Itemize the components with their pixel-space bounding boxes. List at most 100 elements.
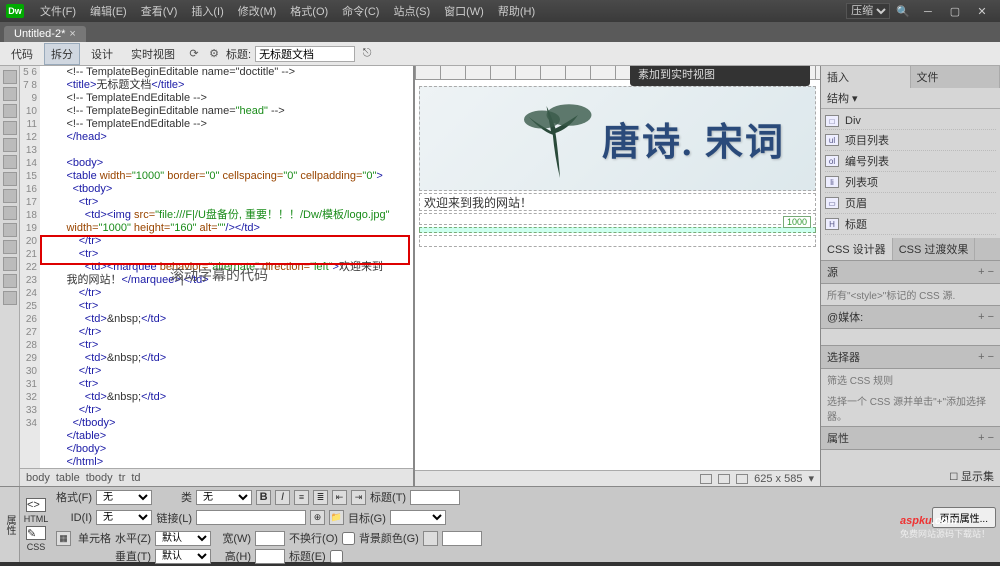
menu-commands[interactable]: 命令(C) [336, 1, 385, 21]
crumb[interactable]: body [26, 472, 50, 484]
insert-panel-tabs: 插入 文件 [821, 66, 1000, 88]
insert-item[interactable]: ol编号列表 [825, 151, 996, 172]
code-text[interactable]: <!-- TemplateBeginEditable name="doctitl… [40, 66, 413, 468]
tool-icon[interactable] [3, 104, 17, 118]
tool-icon[interactable] [3, 70, 17, 84]
link-browse-icon[interactable]: ⊕ [310, 510, 325, 525]
format-select[interactable]: 无 [96, 490, 152, 505]
workspace-select[interactable]: 压缩 [846, 3, 890, 19]
css-section-head[interactable]: 源+ − [821, 260, 1000, 284]
menu-modify[interactable]: 修改(M) [232, 1, 283, 21]
insert-item[interactable]: li列表项 [825, 172, 996, 193]
search-icon[interactable]: 🔍 [896, 5, 910, 18]
css-section-head[interactable]: @媒体:+ − [821, 305, 1000, 329]
tool-icon[interactable] [3, 240, 17, 254]
tool-icon[interactable] [3, 87, 17, 101]
marquee-cell[interactable]: 欢迎来到我的网站！ [419, 193, 816, 211]
toolbar-icon[interactable]: ⎋ [359, 46, 375, 62]
red-highlight-box [40, 235, 410, 265]
close-tab-icon[interactable]: × [69, 28, 75, 40]
insert-item[interactable]: ul项目列表 [825, 130, 996, 151]
tool-icon[interactable] [3, 291, 17, 305]
properties-tab[interactable]: 属性 [0, 487, 20, 562]
tag-breadcrumb: body table tbody tr td [20, 468, 413, 486]
crumb[interactable]: td [131, 472, 140, 484]
menu-view[interactable]: 查看(V) [135, 1, 184, 21]
document-tabs: Untitled-2*× [0, 22, 1000, 42]
target-select[interactable] [390, 510, 446, 525]
bgcolor-swatch[interactable] [423, 531, 438, 546]
nowrap-check[interactable] [342, 532, 355, 545]
width-input[interactable] [255, 531, 285, 546]
tool-icon[interactable] [3, 121, 17, 135]
show-set[interactable]: ☐ 显示集 [821, 466, 1000, 486]
link-folder-icon[interactable]: 📁 [329, 510, 344, 525]
options-icon[interactable]: ⚙ [206, 46, 222, 62]
insert-category[interactable]: 结构 ▾ [821, 88, 1000, 109]
css-mode-button[interactable]: ✎ [26, 526, 46, 540]
tool-icon[interactable] [3, 155, 17, 169]
insert-item[interactable]: H标题 [825, 214, 996, 235]
crumb[interactable]: tr [119, 472, 126, 484]
height-input[interactable] [255, 549, 285, 564]
horz-select[interactable]: 默认 [155, 531, 211, 546]
insert-item[interactable]: ▭页眉 [825, 193, 996, 214]
maximize-button[interactable]: ▢ [943, 5, 967, 18]
vert-select[interactable]: 默认 [155, 549, 211, 564]
code-view-button[interactable]: 代码 [4, 43, 40, 65]
html-mode-button[interactable]: <> [26, 498, 46, 512]
close-button[interactable]: ✕ [970, 5, 994, 18]
live-view-button[interactable]: 实时视图 [124, 43, 182, 65]
bgcolor-input[interactable] [442, 531, 482, 546]
tool-icon[interactable] [3, 189, 17, 203]
menu-window[interactable]: 窗口(W) [438, 1, 490, 21]
menu-site[interactable]: 站点(S) [387, 1, 436, 21]
empty-cell[interactable] [419, 235, 816, 247]
insert-item[interactable]: □Div [825, 113, 996, 130]
ol-button[interactable]: ≣ [313, 490, 328, 505]
device-icon[interactable] [700, 474, 712, 484]
doc-tab[interactable]: Untitled-2*× [4, 26, 86, 42]
title-input[interactable] [410, 490, 460, 505]
tool-icon[interactable] [3, 172, 17, 186]
crumb[interactable]: table [56, 472, 80, 484]
device-icon[interactable] [736, 474, 748, 484]
ul-button[interactable]: ≡ [294, 490, 309, 505]
id-select[interactable]: 无 [96, 510, 152, 525]
insert-tab[interactable]: 插入 [821, 66, 911, 88]
tool-icon[interactable] [3, 138, 17, 152]
files-tab[interactable]: 文件 [911, 66, 1000, 88]
menu-format[interactable]: 格式(O) [284, 1, 334, 21]
header-check[interactable] [330, 550, 343, 563]
css-section-head[interactable]: 属性+ − [821, 426, 1000, 450]
doc-title-input[interactable] [255, 46, 355, 62]
banner-image[interactable]: 唐诗. 宋词 [419, 86, 816, 191]
class-select[interactable]: 无 [196, 490, 252, 505]
design-view-button[interactable]: 设计 [84, 43, 120, 65]
menu-edit[interactable]: 编辑(E) [84, 1, 133, 21]
indent-button[interactable]: ⇥ [351, 490, 366, 505]
tool-icon[interactable] [3, 223, 17, 237]
crumb[interactable]: tbody [86, 472, 113, 484]
menu-insert[interactable]: 插入(I) [185, 1, 229, 21]
tool-icon[interactable] [3, 206, 17, 220]
menu-file[interactable]: 文件(F) [34, 1, 82, 21]
css-transitions-tab[interactable]: CSS 过渡效果 [893, 238, 976, 260]
tool-icon[interactable] [3, 274, 17, 288]
outdent-button[interactable]: ⇤ [332, 490, 347, 505]
page-properties-button[interactable]: 页面属性... [932, 507, 996, 528]
device-icon[interactable] [718, 474, 730, 484]
properties-panel: 属性 <> HTML ✎ CSS 格式(F)无 类无 BI ≡≣ ⇤⇥ 标题(T… [0, 486, 1000, 562]
link-input[interactable] [196, 510, 306, 525]
inspect-icon[interactable]: ⟳ [186, 46, 202, 62]
minimize-button[interactable]: ─ [916, 6, 940, 18]
bold-button[interactable]: B [256, 490, 271, 505]
selected-cell[interactable]: 1000 [419, 227, 816, 233]
italic-button[interactable]: I [275, 490, 290, 505]
menu-help[interactable]: 帮助(H) [492, 1, 541, 21]
tool-icon[interactable] [3, 257, 17, 271]
css-designer-tab[interactable]: CSS 设计器 [821, 238, 893, 260]
empty-cell[interactable] [419, 213, 816, 225]
css-section-head[interactable]: 选择器+ − [821, 345, 1000, 369]
split-view-button[interactable]: 拆分 [44, 43, 80, 65]
